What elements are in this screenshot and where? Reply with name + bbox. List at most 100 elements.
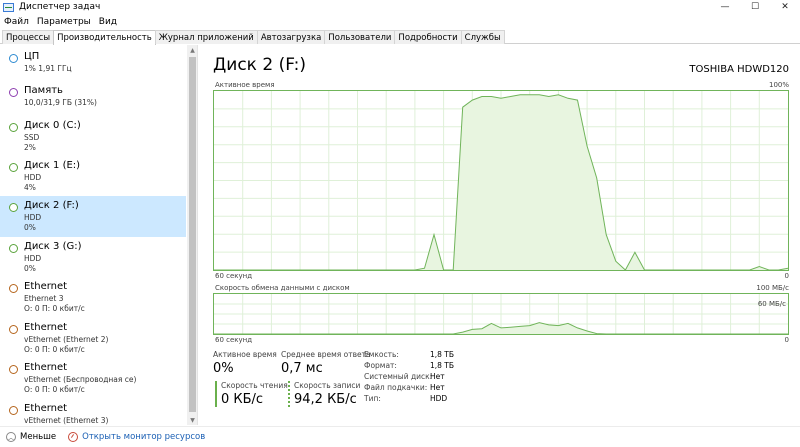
- write-speed-bar: [288, 381, 290, 407]
- menu-options[interactable]: Параметры: [33, 17, 95, 27]
- sidebar-item-title: Диск 2 (F:): [24, 200, 79, 211]
- menu-view[interactable]: Вид: [95, 17, 121, 27]
- disk-graph-icon: [9, 244, 18, 253]
- maximize-icon[interactable]: ☐: [740, 0, 770, 14]
- sidebar-scrollbar[interactable]: ▲ ▼: [187, 45, 197, 425]
- graph2-max-label: 100 МБ/с: [756, 284, 789, 292]
- resource-monitor-icon: [68, 432, 79, 442]
- tab-services[interactable]: Службы: [460, 30, 505, 44]
- sidebar-item-value: О: 0 П: 0 кбит/с: [24, 385, 85, 394]
- sidebar-item-title: ЦП: [24, 51, 40, 62]
- type-label: Тип:: [364, 394, 381, 403]
- disk-graph-icon: [9, 203, 18, 212]
- page-file-value: Нет: [430, 383, 445, 392]
- page-file-label: Файл подкачки:: [364, 383, 428, 392]
- format-value: 1,8 ТБ: [430, 361, 455, 370]
- tab-startup[interactable]: Автозагрузка: [256, 30, 326, 44]
- sidebar-item-detail: HDD: [24, 213, 42, 222]
- scroll-up-icon[interactable]: ▲: [187, 45, 197, 55]
- system-disk-label: Системный диск:: [364, 372, 433, 381]
- menu-bar: Файл Параметры Вид: [0, 15, 121, 29]
- response-time-value: 0,7 мс: [281, 361, 323, 376]
- sidebar-item-detail: SSD: [24, 133, 40, 142]
- read-speed-bar: [215, 381, 217, 407]
- graph1-label: Активное время: [215, 81, 275, 89]
- window-controls: — ☐ ✕: [710, 0, 800, 14]
- sidebar-item-ethernet-4[interactable]: Ethernet vEthernet (Ethernet 3): [0, 399, 186, 425]
- memory-graph-icon: [9, 88, 18, 97]
- network-graph-icon: [9, 406, 18, 415]
- write-speed-value: 94,2 КБ/с: [294, 392, 357, 407]
- read-speed-value: 0 КБ/с: [221, 392, 264, 407]
- title-bar: Диспетчер задач — ☐ ✕: [0, 0, 800, 14]
- sidebar: ЦП 1% 1,91 ГГц Память 10,0/31,9 ГБ (31%)…: [0, 45, 198, 425]
- tab-bar: Процессы Производительность Журнал прило…: [0, 30, 800, 45]
- close-icon[interactable]: ✕: [770, 0, 800, 14]
- response-time-label: Среднее время ответа: [281, 350, 371, 359]
- active-time-chart: [214, 91, 788, 270]
- menu-file[interactable]: Файл: [0, 17, 33, 27]
- sidebar-item-disk3[interactable]: Диск 3 (G:) HDD 0%: [0, 237, 186, 278]
- tab-processes[interactable]: Процессы: [2, 30, 55, 44]
- disk-graph-icon: [9, 123, 18, 132]
- sidebar-item-detail: HDD: [24, 173, 42, 182]
- disk-model: TOSHIBA HDWD120: [689, 64, 789, 75]
- sidebar-item-value: 0%: [24, 264, 36, 273]
- sidebar-item-detail: Ethernet 3: [24, 294, 64, 303]
- capacity-value: 1,8 ТБ: [430, 350, 455, 359]
- footer: ︿ Меньше Открыть монитор ресурсов: [0, 426, 800, 447]
- chevron-up-icon[interactable]: ︿: [6, 432, 16, 442]
- network-graph-icon: [9, 284, 18, 293]
- sidebar-item-title: Ethernet: [24, 322, 68, 333]
- minimize-icon[interactable]: —: [710, 0, 740, 14]
- format-label: Формат:: [364, 361, 397, 370]
- tab-users[interactable]: Пользователи: [324, 30, 396, 44]
- window-title: Диспетчер задач: [19, 2, 101, 12]
- sidebar-item-value: О: 0 П: 0 кбит/с: [24, 345, 85, 354]
- sidebar-item-detail: vEthernet (Ethernet 3): [24, 416, 109, 425]
- sidebar-item-title: Диск 0 (C:): [24, 120, 81, 131]
- graph1-max-label: 100%: [768, 81, 789, 89]
- disk-graph-icon: [9, 163, 18, 172]
- system-disk-value: Нет: [430, 372, 445, 381]
- tab-performance[interactable]: Производительность: [53, 30, 156, 45]
- graph2-min-label: 0: [784, 336, 789, 344]
- sidebar-item-disk2[interactable]: Диск 2 (F:) HDD 0%: [0, 196, 186, 237]
- sidebar-item-title: Ethernet: [24, 281, 68, 292]
- page-title: Диск 2 (F:): [213, 55, 307, 75]
- sidebar-item-value: О: 0 П: 0 кбит/с: [24, 304, 85, 313]
- open-resource-monitor-link[interactable]: Открыть монитор ресурсов: [82, 432, 205, 442]
- sidebar-item-detail: vEthernet (Ethernet 2): [24, 335, 109, 344]
- cpu-graph-icon: [9, 54, 18, 63]
- network-graph-icon: [9, 365, 18, 374]
- sidebar-item-title: Ethernet: [24, 362, 68, 373]
- read-speed-label: Скорость чтения: [221, 381, 288, 390]
- network-graph-icon: [9, 325, 18, 334]
- graph1-min-label: 0: [784, 272, 789, 280]
- sidebar-item-title: Память: [24, 85, 63, 96]
- sidebar-item-disk0[interactable]: Диск 0 (C:) SSD 2%: [0, 116, 186, 157]
- sidebar-item-detail: HDD: [24, 254, 42, 263]
- tab-app-history[interactable]: Журнал приложений: [154, 30, 258, 44]
- sidebar-item-detail: 10,0/31,9 ГБ (31%): [24, 98, 97, 107]
- stats-panel: Активное время 0% Среднее время ответа 0…: [213, 350, 713, 420]
- sidebar-item-ethernet-1[interactable]: Ethernet Ethernet 3 О: 0 П: 0 кбит/с: [0, 277, 186, 318]
- graph2-inner-label: 60 МБ/с: [757, 300, 786, 308]
- fewer-details-button[interactable]: Меньше: [20, 432, 56, 442]
- transfer-rate-graph: 60 МБ/с: [213, 293, 789, 335]
- tab-details[interactable]: Подробности: [394, 30, 462, 44]
- transfer-rate-chart: [214, 294, 788, 334]
- sidebar-item-detail: vEthernet (Беспроводная се): [24, 375, 137, 384]
- active-time-graph: [213, 90, 789, 271]
- scroll-thumb[interactable]: [189, 57, 196, 412]
- sidebar-item-ethernet-3[interactable]: Ethernet vEthernet (Беспроводная се) О: …: [0, 358, 186, 399]
- type-value: HDD: [430, 394, 448, 403]
- capacity-label: Емкость:: [364, 350, 399, 359]
- active-time-label: Активное время: [213, 350, 277, 359]
- sidebar-item-title: Ethernet: [24, 403, 68, 414]
- sidebar-item-detail: 1% 1,91 ГГц: [24, 64, 72, 73]
- sidebar-item-ethernet-2[interactable]: Ethernet vEthernet (Ethernet 2) О: 0 П: …: [0, 318, 186, 359]
- graph1-time-label: 60 секунд: [215, 272, 253, 280]
- scroll-down-icon[interactable]: ▼: [187, 415, 197, 425]
- sidebar-item-disk1[interactable]: Диск 1 (E:) HDD 4%: [0, 156, 186, 197]
